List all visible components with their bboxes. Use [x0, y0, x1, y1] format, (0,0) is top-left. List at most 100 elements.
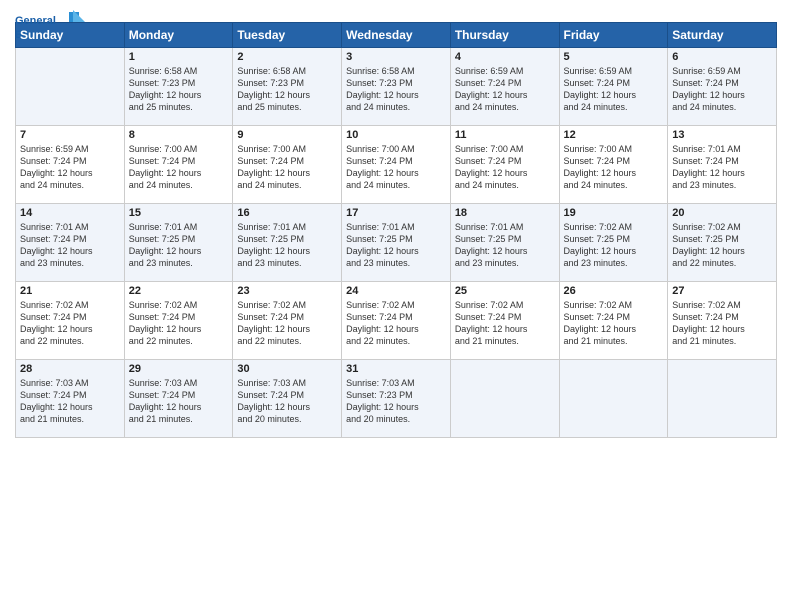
- day-number: 7: [20, 129, 120, 141]
- cell-text: Sunrise: 7:03 AMSunset: 7:23 PMDaylight:…: [346, 377, 446, 426]
- cell-text: Sunrise: 7:02 AMSunset: 7:25 PMDaylight:…: [564, 221, 664, 270]
- cell-text: Sunrise: 7:01 AMSunset: 7:25 PMDaylight:…: [237, 221, 337, 270]
- calendar-cell: 11 Sunrise: 7:00 AMSunset: 7:24 PMDayligh…: [450, 126, 559, 204]
- weekday-header-wednesday: Wednesday: [342, 23, 451, 48]
- day-number: 29: [129, 363, 229, 375]
- weekday-header-thursday: Thursday: [450, 23, 559, 48]
- calendar-cell: 1 Sunrise: 6:58 AMSunset: 7:23 PMDaylight…: [124, 48, 233, 126]
- calendar-cell: 2 Sunrise: 6:58 AMSunset: 7:23 PMDaylight…: [233, 48, 342, 126]
- cell-text: Sunrise: 6:58 AMSunset: 7:23 PMDaylight:…: [237, 65, 337, 114]
- calendar-cell: 13 Sunrise: 7:01 AMSunset: 7:24 PMDayligh…: [668, 126, 777, 204]
- day-number: 15: [129, 207, 229, 219]
- cell-text: Sunrise: 7:02 AMSunset: 7:24 PMDaylight:…: [455, 299, 555, 348]
- day-number: 11: [455, 129, 555, 141]
- day-number: 17: [346, 207, 446, 219]
- day-number: 9: [237, 129, 337, 141]
- day-number: 13: [672, 129, 772, 141]
- day-number: 30: [237, 363, 337, 375]
- cell-text: Sunrise: 7:00 AMSunset: 7:24 PMDaylight:…: [237, 143, 337, 192]
- cell-text: Sunrise: 7:00 AMSunset: 7:24 PMDaylight:…: [455, 143, 555, 192]
- calendar-week-2: 7 Sunrise: 6:59 AMSunset: 7:24 PMDaylight…: [16, 126, 777, 204]
- cell-text: Sunrise: 7:01 AMSunset: 7:25 PMDaylight:…: [346, 221, 446, 270]
- calendar-cell: 7 Sunrise: 6:59 AMSunset: 7:24 PMDaylight…: [16, 126, 125, 204]
- calendar-cell: 4Sunrise: 6:59 AMSunset: 7:24 PMDaylight…: [450, 48, 559, 126]
- day-number: 2: [237, 51, 337, 63]
- cell-text: Sunrise: 6:58 AMSunset: 7:23 PMDaylight:…: [346, 65, 446, 114]
- day-number: 31: [346, 363, 446, 375]
- calendar-cell: 10 Sunrise: 7:00 AMSunset: 7:24 PMDayligh…: [342, 126, 451, 204]
- cell-text: Sunrise: 7:02 AMSunset: 7:24 PMDaylight:…: [129, 299, 229, 348]
- calendar-cell: 25 Sunrise: 7:02 AMSunset: 7:24 PMDayligh…: [450, 282, 559, 360]
- day-number: 23: [237, 285, 337, 297]
- cell-text: Sunrise: 6:59 AMSunset: 7:24 PMDaylight:…: [564, 65, 664, 114]
- calendar-cell: 30 Sunrise: 7:03 AMSunset: 7:24 PMDayligh…: [233, 360, 342, 438]
- calendar-cell: 9 Sunrise: 7:00 AMSunset: 7:24 PMDaylight…: [233, 126, 342, 204]
- calendar-table: SundayMondayTuesdayWednesdayThursdayFrid…: [15, 22, 777, 438]
- day-number: 10: [346, 129, 446, 141]
- calendar-cell: 24Sunrise: 7:02 AMSunset: 7:24 PMDayligh…: [342, 282, 451, 360]
- day-number: 8: [129, 129, 229, 141]
- cell-text: Sunrise: 7:02 AMSunset: 7:24 PMDaylight:…: [564, 299, 664, 348]
- calendar-cell: 16 Sunrise: 7:01 AMSunset: 7:25 PMDayligh…: [233, 204, 342, 282]
- calendar-cell: 3 Sunrise: 6:58 AMSunset: 7:23 PMDaylight…: [342, 48, 451, 126]
- calendar-cell: 21 Sunrise: 7:02 AMSunset: 7:24 PMDayligh…: [16, 282, 125, 360]
- day-number: 28: [20, 363, 120, 375]
- cell-text: Sunrise: 6:59 AMSunset: 7:24 PMDaylight:…: [20, 143, 120, 192]
- cell-text: Sunrise: 7:00 AMSunset: 7:24 PMDaylight:…: [346, 143, 446, 192]
- calendar-cell: 14Sunrise: 7:01 AMSunset: 7:24 PMDayligh…: [16, 204, 125, 282]
- day-number: 25: [455, 285, 555, 297]
- calendar-cell: 28 Sunrise: 7:03 AMSunset: 7:24 PMDayligh…: [16, 360, 125, 438]
- calendar-cell: 6 Sunrise: 6:59 AMSunset: 7:24 PMDaylight…: [668, 48, 777, 126]
- cell-text: Sunrise: 6:58 AMSunset: 7:23 PMDaylight:…: [129, 65, 229, 114]
- day-number: 5: [564, 51, 664, 63]
- cell-text: Sunrise: 7:00 AMSunset: 7:24 PMDaylight:…: [129, 143, 229, 192]
- weekday-header-monday: Monday: [124, 23, 233, 48]
- calendar-week-4: 21 Sunrise: 7:02 AMSunset: 7:24 PMDayligh…: [16, 282, 777, 360]
- cell-text: Sunrise: 7:02 AMSunset: 7:24 PMDaylight:…: [672, 299, 772, 348]
- calendar-cell: 20 Sunrise: 7:02 AMSunset: 7:25 PMDayligh…: [668, 204, 777, 282]
- cell-text: Sunrise: 7:03 AMSunset: 7:24 PMDaylight:…: [129, 377, 229, 426]
- day-number: 20: [672, 207, 772, 219]
- cell-text: Sunrise: 7:02 AMSunset: 7:24 PMDaylight:…: [346, 299, 446, 348]
- day-number: 21: [20, 285, 120, 297]
- calendar-week-5: 28 Sunrise: 7:03 AMSunset: 7:24 PMDayligh…: [16, 360, 777, 438]
- calendar-cell: [668, 360, 777, 438]
- calendar-cell: 31 Sunrise: 7:03 AMSunset: 7:23 PMDayligh…: [342, 360, 451, 438]
- day-number: 22: [129, 285, 229, 297]
- cell-text: Sunrise: 6:59 AMSunset: 7:24 PMDaylight:…: [672, 65, 772, 114]
- cell-text: Sunrise: 7:02 AMSunset: 7:24 PMDaylight:…: [20, 299, 120, 348]
- calendar-cell: 12 Sunrise: 7:00 AMSunset: 7:24 PMDayligh…: [559, 126, 668, 204]
- cell-text: Sunrise: 6:59 AMSunset: 7:24 PMDaylight:…: [455, 65, 555, 114]
- page-container: General Blue SundayMondayTuesdayWednesda…: [0, 0, 792, 448]
- day-number: 3: [346, 51, 446, 63]
- weekday-header-tuesday: Tuesday: [233, 23, 342, 48]
- calendar-cell: 8 Sunrise: 7:00 AMSunset: 7:24 PMDaylight…: [124, 126, 233, 204]
- calendar-cell: 5 Sunrise: 6:59 AMSunset: 7:24 PMDaylight…: [559, 48, 668, 126]
- cell-text: Sunrise: 7:01 AMSunset: 7:24 PMDaylight:…: [672, 143, 772, 192]
- day-number: 14: [20, 207, 120, 219]
- calendar-cell: 15Sunrise: 7:01 AMSunset: 7:25 PMDayligh…: [124, 204, 233, 282]
- day-number: 1: [129, 51, 229, 63]
- calendar-week-3: 14Sunrise: 7:01 AMSunset: 7:24 PMDayligh…: [16, 204, 777, 282]
- day-number: 6: [672, 51, 772, 63]
- calendar-cell: 23Sunrise: 7:02 AMSunset: 7:24 PMDayligh…: [233, 282, 342, 360]
- calendar-cell: 19 Sunrise: 7:02 AMSunset: 7:25 PMDayligh…: [559, 204, 668, 282]
- calendar-cell: 22 Sunrise: 7:02 AMSunset: 7:24 PMDayligh…: [124, 282, 233, 360]
- weekday-header-row: SundayMondayTuesdayWednesdayThursdayFrid…: [16, 23, 777, 48]
- calendar-cell: 18Sunrise: 7:01 AMSunset: 7:25 PMDayligh…: [450, 204, 559, 282]
- cell-text: Sunrise: 7:02 AMSunset: 7:25 PMDaylight:…: [672, 221, 772, 270]
- day-number: 19: [564, 207, 664, 219]
- calendar-cell: [16, 48, 125, 126]
- cell-text: Sunrise: 7:01 AMSunset: 7:25 PMDaylight:…: [455, 221, 555, 270]
- calendar-cell: 29 Sunrise: 7:03 AMSunset: 7:24 PMDayligh…: [124, 360, 233, 438]
- calendar-cell: 17 Sunrise: 7:01 AMSunset: 7:25 PMDayligh…: [342, 204, 451, 282]
- weekday-header-friday: Friday: [559, 23, 668, 48]
- cell-text: Sunrise: 7:03 AMSunset: 7:24 PMDaylight:…: [237, 377, 337, 426]
- day-number: 12: [564, 129, 664, 141]
- cell-text: Sunrise: 7:03 AMSunset: 7:24 PMDaylight:…: [20, 377, 120, 426]
- cell-text: Sunrise: 7:00 AMSunset: 7:24 PMDaylight:…: [564, 143, 664, 192]
- calendar-week-1: 1 Sunrise: 6:58 AMSunset: 7:23 PMDaylight…: [16, 48, 777, 126]
- calendar-cell: 26Sunrise: 7:02 AMSunset: 7:24 PMDayligh…: [559, 282, 668, 360]
- day-number: 16: [237, 207, 337, 219]
- weekday-header-saturday: Saturday: [668, 23, 777, 48]
